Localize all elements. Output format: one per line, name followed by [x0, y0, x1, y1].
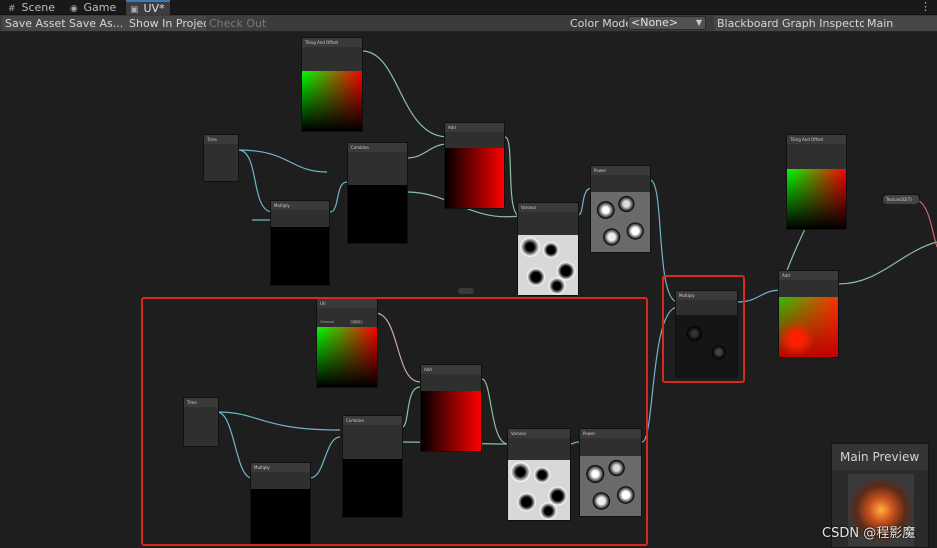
- node-title: Voronoi: [518, 203, 578, 212]
- graph-canvas[interactable]: Tiling And Offset Time Multiply Combine …: [0, 32, 937, 548]
- wire: [837, 241, 937, 285]
- chevron-down-icon: ▼: [695, 18, 702, 27]
- node-title: Tiling And Offset: [787, 135, 846, 144]
- node-voronoi-top[interactable]: Voronoi: [517, 202, 579, 296]
- node-preview: [445, 148, 504, 208]
- editor-tab-bar: # Scene ◉ Game ▣ UV* ⋮: [0, 0, 937, 15]
- tab-game[interactable]: ◉ Game: [66, 0, 122, 15]
- wire: [237, 149, 328, 173]
- node-preview: [787, 169, 846, 229]
- node-title: Texture2D(T): [883, 195, 919, 204]
- node-preview: [348, 185, 407, 243]
- node-power-top[interactable]: Power: [590, 165, 651, 253]
- blackboard-button[interactable]: Blackboard: [714, 16, 782, 31]
- node-tiling-offset-right[interactable]: Tiling And Offset: [786, 134, 847, 230]
- shader-graph-toolbar: Save Asset Save As... Show In Project Ch…: [0, 15, 937, 45]
- tab-uv-label: UV*: [143, 2, 165, 15]
- graph-inspector-button[interactable]: Graph Inspector: [779, 16, 874, 31]
- node-tiling-offset-top[interactable]: Tiling And Offset: [301, 37, 363, 132]
- save-as-button[interactable]: Save As...: [66, 16, 127, 31]
- wire: [917, 199, 937, 248]
- node-title: Power: [591, 166, 650, 175]
- show-in-project-button[interactable]: Show In Project: [126, 16, 217, 31]
- node-title: Multiply: [271, 201, 329, 210]
- node-title: Tiling And Offset: [302, 38, 362, 47]
- tab-scene[interactable]: # Scene: [4, 0, 62, 15]
- node-title: Time: [204, 135, 238, 144]
- node-preview: [271, 227, 329, 285]
- node-preview: [591, 192, 650, 252]
- collapse-toggle[interactable]: [458, 288, 474, 294]
- color-mode-label: Color Mode: [570, 17, 633, 30]
- tab-game-label: Game: [83, 1, 117, 14]
- highlight-box-bottom-cluster: [141, 297, 648, 546]
- tab-uv[interactable]: ▣ UV*: [126, 0, 170, 15]
- node-combine-top[interactable]: Combine: [347, 142, 408, 244]
- wire: [406, 143, 449, 159]
- node-preview: [302, 71, 362, 131]
- highlight-box-multiply: [662, 275, 745, 383]
- node-multiply-top[interactable]: Multiply: [270, 200, 330, 286]
- save-asset-button[interactable]: Save Asset: [2, 16, 69, 31]
- tab-scene-label: Scene: [21, 1, 56, 14]
- main-preview-button[interactable]: Main Preview: [864, 16, 937, 45]
- node-add-top[interactable]: Add: [444, 122, 505, 209]
- color-mode-value: <None>: [631, 16, 679, 29]
- tab-menu-icon[interactable]: ⋮: [920, 0, 931, 14]
- watermark-text: CSDN @程影魔: [822, 526, 916, 541]
- node-preview: [779, 297, 838, 357]
- node-preview: [518, 235, 578, 295]
- check-out-button: Check Out: [206, 16, 270, 31]
- node-add-right[interactable]: Add: [778, 270, 839, 358]
- node-title: Combine: [348, 143, 407, 152]
- node-title: Add: [445, 123, 504, 132]
- wire: [237, 149, 273, 213]
- wire: [329, 181, 348, 213]
- main-preview-title: Main Preview: [832, 444, 928, 470]
- wire: [361, 50, 449, 138]
- node-time-top[interactable]: Time: [203, 134, 239, 182]
- node-texture-far-right[interactable]: Texture2D(T): [882, 194, 920, 204]
- node-title: Add: [779, 271, 838, 280]
- color-mode-dropdown[interactable]: <None> ▼: [628, 16, 706, 30]
